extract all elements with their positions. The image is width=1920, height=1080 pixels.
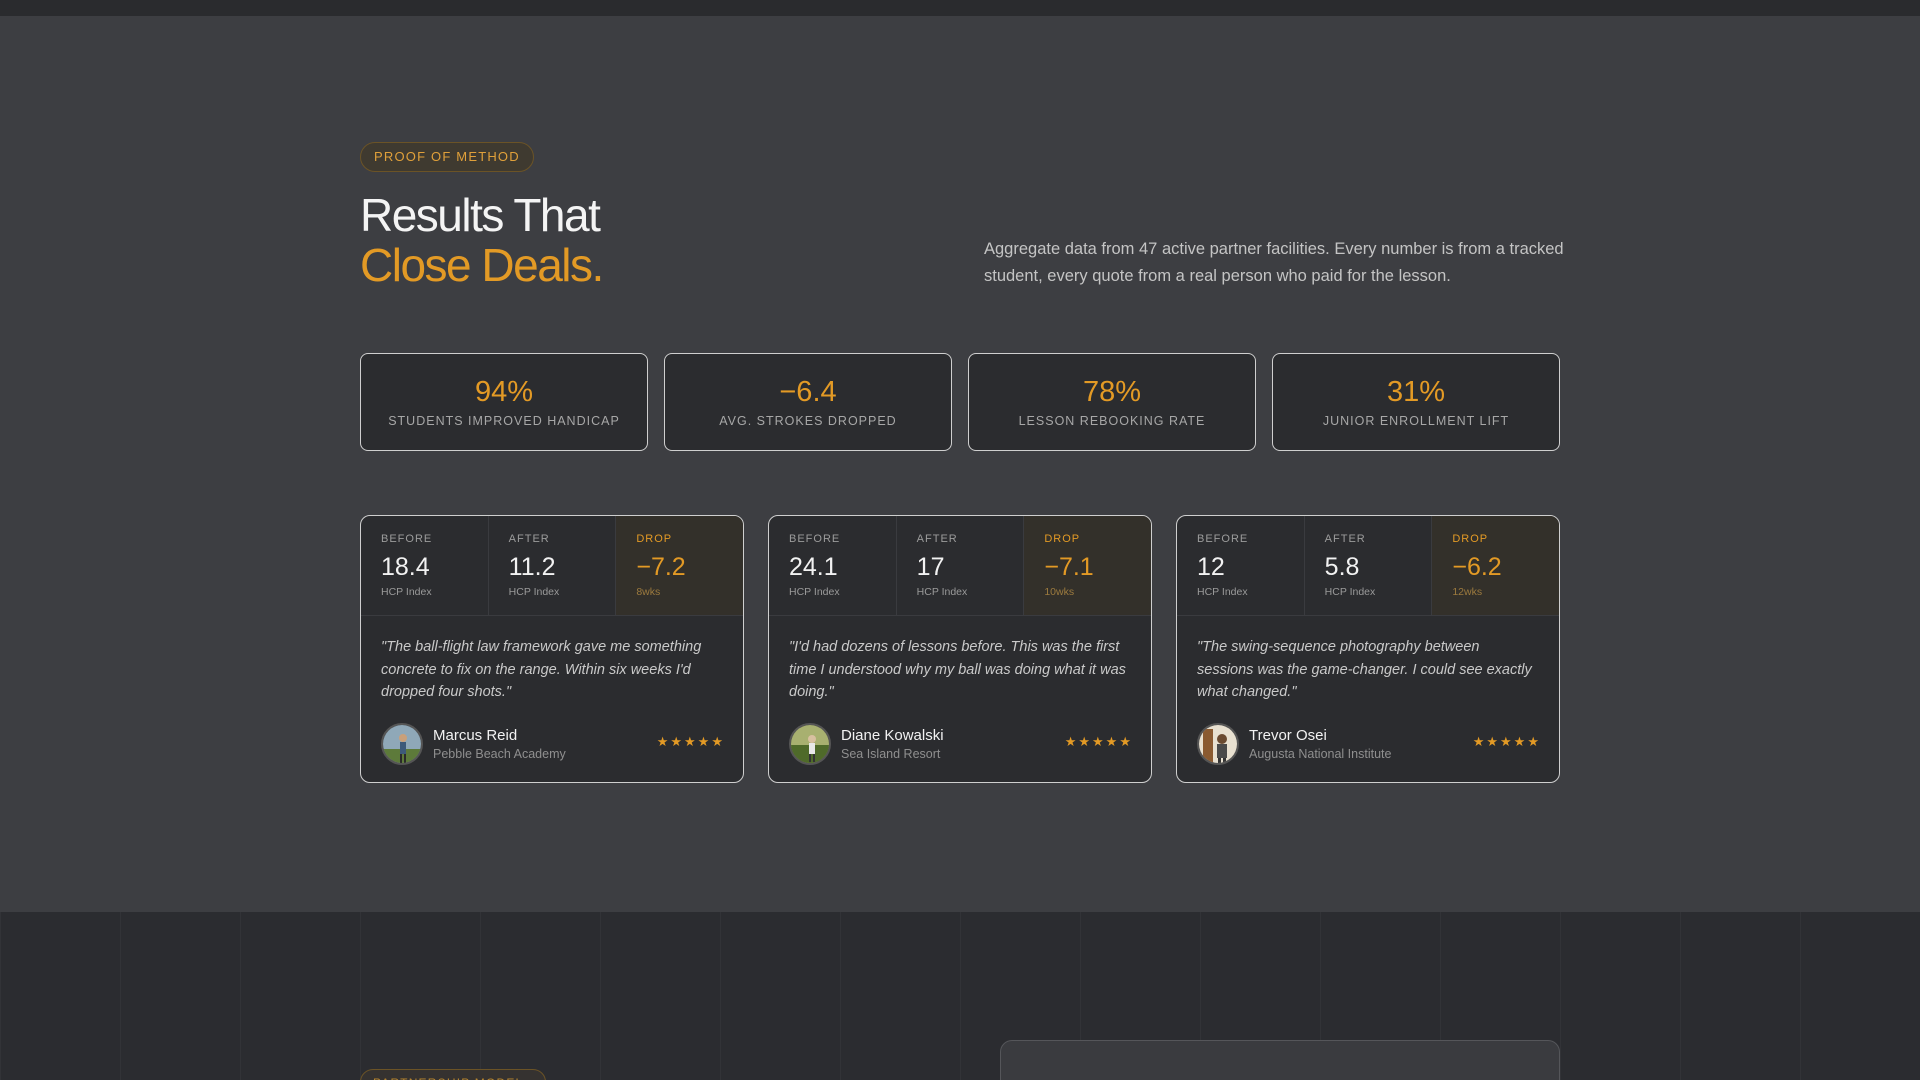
metric-value: 12 (1197, 553, 1225, 581)
top-bar (0, 0, 1920, 16)
stat-label: JUNIOR ENROLLMENT LIFT (1322, 414, 1510, 428)
stat-label: AVG. STROKES DROPPED (719, 414, 897, 428)
before-metric: BEFORE 18.4 HCP Index (361, 516, 489, 615)
stat-label: LESSON REBOOKING RATE (1018, 414, 1206, 428)
metric-sub: HCP Index (508, 586, 560, 598)
metric-sub: 8wks (636, 586, 661, 598)
partnership-eyebrow-badge: PARTNERSHIP MODEL (360, 1069, 546, 1080)
testimonial-card: BEFORE 24.1 HCP Index AFTER 17 HCP Index… (768, 515, 1152, 783)
section-headline: Results That Close Deals. (360, 189, 604, 291)
stat-card: 78% LESSON REBOOKING RATE (968, 353, 1256, 451)
metric-label: AFTER (508, 533, 550, 545)
metric-sub: HCP Index (381, 586, 432, 598)
metric-label: DROP (1452, 533, 1489, 545)
metric-value: −7.2 (636, 553, 686, 581)
stat-card: 31% JUNIOR ENROLLMENT LIFT (1272, 353, 1560, 451)
star-rating-icon: ★★★★★ (1472, 734, 1541, 749)
drop-metric: DROP −6.2 12wks (1432, 516, 1559, 615)
author-name: Marcus Reid (433, 727, 518, 744)
metric-label: DROP (636, 533, 673, 545)
headline-line-2: Close Deals. (360, 239, 604, 291)
metric-sub: 10wks (1044, 586, 1075, 598)
testimonial-card: BEFORE 18.4 HCP Index AFTER 11.2 HCP Ind… (360, 515, 744, 783)
testimonial-quote: "The swing-sequence photography between … (1197, 639, 1532, 700)
section-description: Aggregate data from 47 active partner fa… (984, 240, 1564, 285)
after-metric: AFTER 5.8 HCP Index (1305, 516, 1433, 615)
star-rating-icon: ★★★★★ (1064, 734, 1133, 749)
testimonial-author: Trevor Osei Augusta National Institute ★… (1197, 723, 1541, 767)
testimonial-author: Diane Kowalski Sea Island Resort ★★★★★ (789, 723, 1133, 767)
metric-value: 17 (916, 553, 945, 581)
metric-sub: HCP Index (789, 586, 840, 598)
avatar (789, 723, 831, 765)
partnership-section (0, 912, 1920, 1080)
after-metric: AFTER 11.2 HCP Index (489, 516, 617, 615)
metric-label: DROP (1044, 533, 1081, 545)
metric-value: −7.1 (1044, 553, 1094, 581)
stat-card: −6.4 AVG. STROKES DROPPED (664, 353, 952, 451)
before-metric: BEFORE 24.1 HCP Index (769, 516, 897, 615)
author-name: Diane Kowalski (841, 727, 944, 744)
testimonial-author: Marcus Reid Pebble Beach Academy ★★★★★ (381, 723, 725, 767)
drop-metric: DROP −7.2 8wks (616, 516, 743, 615)
avatar (1197, 723, 1239, 765)
star-rating-icon: ★★★★★ (656, 734, 725, 749)
metric-label: BEFORE (1197, 533, 1249, 545)
metric-sub: HCP Index (1324, 586, 1376, 598)
metric-label: BEFORE (789, 533, 841, 545)
stat-value: −6.4 (779, 376, 837, 408)
testimonial-quote: "I'd had dozens of lessons before. This … (789, 639, 1126, 700)
author-organization: Augusta National Institute (1249, 747, 1392, 761)
metric-value: 5.8 (1324, 553, 1360, 581)
testimonial-cards: BEFORE 18.4 HCP Index AFTER 11.2 HCP Ind… (360, 515, 1560, 783)
metric-value: −6.2 (1452, 553, 1502, 581)
headline-line-1: Results That (360, 189, 601, 241)
metric-value: 24.1 (789, 553, 838, 581)
drop-metric: DROP −7.1 10wks (1024, 516, 1151, 615)
section-eyebrow-badge: PROOF OF METHOD (360, 142, 534, 172)
before-metric: BEFORE 12 HCP Index (1177, 516, 1305, 615)
stat-value: 94% (474, 376, 534, 408)
after-metric: AFTER 17 HCP Index (897, 516, 1025, 615)
stats-row: 94% STUDENTS IMPROVED HANDICAP −6.4 AVG.… (360, 353, 1560, 451)
stat-card: 94% STUDENTS IMPROVED HANDICAP (360, 353, 648, 451)
metric-sub: 12wks (1452, 586, 1483, 598)
author-name: Trevor Osei (1249, 727, 1327, 744)
handicap-metrics: BEFORE 12 HCP Index AFTER 5.8 HCP Index … (1177, 516, 1559, 616)
metric-value: 11.2 (508, 553, 556, 581)
stat-value: 78% (1082, 376, 1142, 408)
handicap-metrics: BEFORE 18.4 HCP Index AFTER 11.2 HCP Ind… (361, 516, 743, 616)
stat-label: STUDENTS IMPROVED HANDICAP (388, 414, 620, 428)
metric-label: AFTER (1324, 533, 1366, 545)
testimonial-card: BEFORE 12 HCP Index AFTER 5.8 HCP Index … (1176, 515, 1560, 783)
metric-sub: HCP Index (1197, 586, 1248, 598)
results-section: PROOF OF METHOD Results That Close Deals… (0, 16, 1920, 912)
handicap-metrics: BEFORE 24.1 HCP Index AFTER 17 HCP Index… (769, 516, 1151, 616)
metric-value: 18.4 (381, 553, 430, 581)
partnership-panel (1000, 1040, 1560, 1080)
author-organization: Sea Island Resort (841, 747, 941, 761)
testimonial-quote: "The ball-flight law framework gave me s… (381, 639, 702, 700)
stat-value: 31% (1386, 376, 1446, 408)
metric-sub: HCP Index (916, 586, 968, 598)
metric-label: AFTER (916, 533, 958, 545)
author-organization: Pebble Beach Academy (433, 747, 566, 761)
metric-label: BEFORE (381, 533, 433, 545)
avatar (381, 723, 423, 765)
